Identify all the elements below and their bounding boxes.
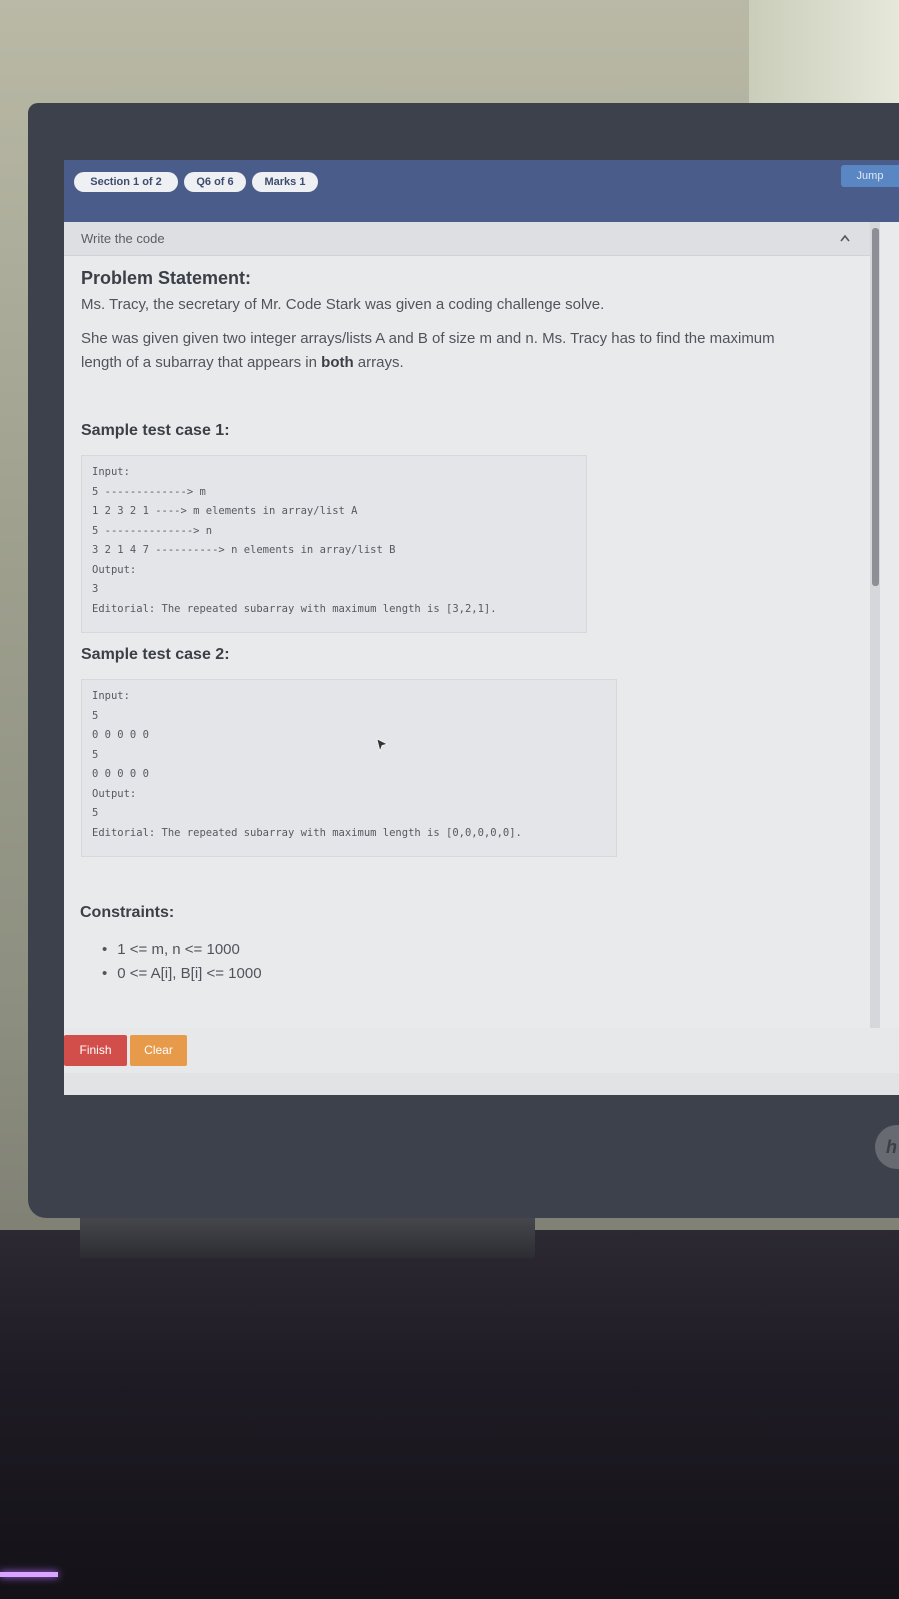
question-panel: Write the code Problem Statement: Ms. Tr… bbox=[64, 222, 899, 1028]
screen: Section 1 of 2 Q6 of 6 Marks 1 Jump Writ… bbox=[64, 160, 899, 1095]
code-line: 0 0 0 0 0 bbox=[92, 768, 149, 780]
code-line: 3 bbox=[92, 583, 99, 595]
problem-heading: Problem Statement: bbox=[81, 268, 252, 288]
problem-description-text: She was given given two integer arrays/l… bbox=[81, 330, 775, 371]
background-desk bbox=[0, 1230, 899, 1599]
mouse-cursor-icon bbox=[376, 738, 388, 752]
code-line: Output: bbox=[92, 787, 137, 800]
problem-intro: Ms. Tracy, the secretary of Mr. Code Sta… bbox=[81, 296, 605, 313]
code-line: Input: bbox=[92, 690, 130, 702]
code-line: 0 0 0 0 0 bbox=[92, 729, 149, 741]
section-badge: Section 1 of 2 bbox=[74, 172, 178, 192]
code-line: 3 2 1 4 7 ----------> n elements in arra… bbox=[92, 544, 396, 556]
sample-case-2-code: Input: 5 0 0 0 0 0 5 0 0 0 0 0 Output: 5… bbox=[81, 679, 617, 857]
code-line: 5 bbox=[92, 807, 99, 819]
code-line: 1 2 3 2 1 ----> m elements in array/list… bbox=[92, 505, 358, 517]
problem-description-end: arrays. bbox=[353, 354, 404, 371]
problem-description-bold: both bbox=[321, 354, 354, 371]
constraints-heading: Constraints: bbox=[80, 904, 175, 921]
panel-header[interactable]: Write the code bbox=[64, 222, 870, 256]
background-light bbox=[749, 0, 899, 105]
marks-badge: Marks 1 bbox=[252, 172, 318, 192]
monitor-stand bbox=[80, 1218, 535, 1258]
question-badge: Q6 of 6 bbox=[184, 172, 246, 192]
chevron-up-icon[interactable] bbox=[838, 231, 852, 245]
finish-button[interactable]: Finish bbox=[64, 1035, 127, 1066]
code-line: Input: bbox=[92, 466, 130, 478]
code-line: 5 bbox=[92, 748, 99, 761]
constraint-item: 1 <= m, n <= 1000 bbox=[102, 938, 262, 962]
code-line: Output: bbox=[92, 563, 137, 576]
code-line: 5 --------------> n bbox=[92, 524, 213, 537]
code-line: Editorial: The repeated subarray with ma… bbox=[92, 602, 497, 615]
scrollbar[interactable] bbox=[870, 222, 880, 1028]
desk-glow bbox=[0, 1572, 58, 1577]
sample-case-2-title: Sample test case 2: bbox=[81, 646, 230, 663]
top-bar: Section 1 of 2 Q6 of 6 Marks 1 Jump bbox=[64, 160, 899, 222]
footer-bar: Finish Clear bbox=[64, 1028, 899, 1073]
constraints-list: 1 <= m, n <= 1000 0 <= A[i], B[i] <= 100… bbox=[102, 938, 262, 986]
sample-case-1-title: Sample test case 1: bbox=[81, 422, 230, 439]
constraint-item: 0 <= A[i], B[i] <= 1000 bbox=[102, 962, 261, 986]
scrollbar-thumb[interactable] bbox=[872, 228, 879, 586]
problem-description: She was given given two integer arrays/l… bbox=[81, 327, 801, 375]
clear-button[interactable]: Clear bbox=[130, 1035, 187, 1066]
code-line: Editorial: The repeated subarray with ma… bbox=[92, 826, 522, 839]
sample-case-1-code: Input: 5 -------------> m 1 2 3 2 1 ----… bbox=[81, 455, 587, 633]
jump-button[interactable]: Jump bbox=[841, 165, 899, 187]
code-line: 5 -------------> m bbox=[92, 485, 206, 498]
code-line: 5 bbox=[92, 709, 99, 722]
panel-title: Write the code bbox=[81, 231, 165, 246]
